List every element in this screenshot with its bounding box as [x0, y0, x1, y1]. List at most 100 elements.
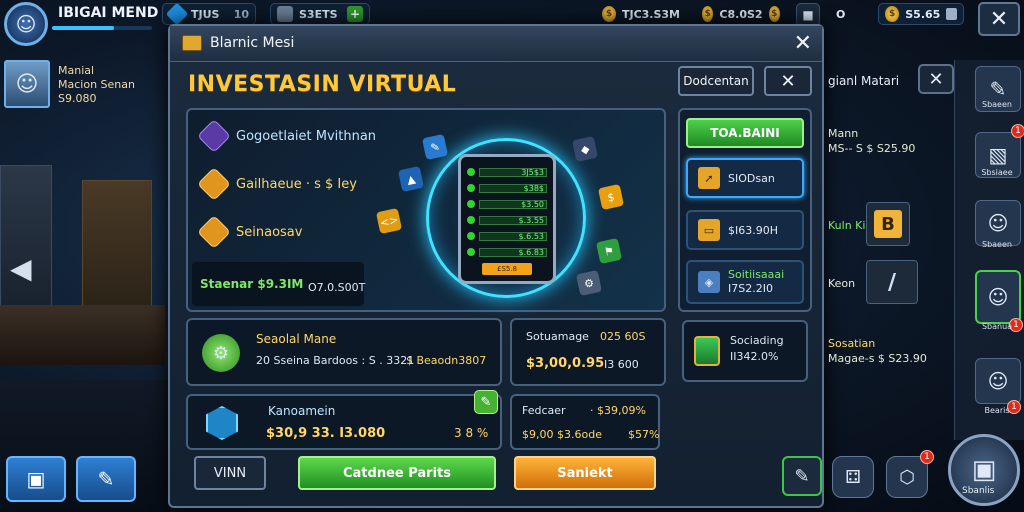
right-row-4-line2: Magae-s $ S23.90	[828, 352, 927, 365]
edit-note-button[interactable]: ✎	[782, 456, 822, 496]
edit-button[interactable]: ✎	[76, 456, 136, 502]
main-action-label: Sbanlis	[962, 486, 995, 496]
wrench-icon: ✎	[989, 77, 1007, 101]
xp-bar	[52, 26, 152, 30]
coin-counter-1-value: TJC3.S3M	[621, 7, 680, 21]
notification-badge: 1	[1011, 124, 1024, 138]
pill-resources[interactable]: S3ETS +	[270, 3, 370, 25]
income-title: Kanoamein	[268, 404, 336, 418]
avatar: ☺	[987, 285, 1009, 309]
coin-icon: $	[885, 6, 900, 22]
option-1[interactable]: ➚ SIODsan	[686, 158, 804, 198]
gift-icon: ⬡	[899, 466, 915, 488]
right-row-1[interactable]: Mann MS-- S $ S25.90	[828, 126, 915, 156]
phone-row-value: $.6.83	[479, 247, 547, 257]
close-game-button[interactable]: ✕	[978, 2, 1020, 36]
right-row-4-line1: Sosatian	[828, 337, 876, 350]
dice-button[interactable]: ⚃	[832, 456, 874, 498]
pill-energy[interactable]: TJUS 10	[162, 2, 256, 26]
card-icon	[946, 8, 957, 20]
profile-name: Manial	[58, 64, 95, 77]
chart-icon: ▲	[397, 165, 425, 193]
notification-badge: 1	[920, 450, 934, 464]
option-3-value: I7S2.2I0	[728, 282, 773, 295]
player-name: IBIGAI MEND	[58, 5, 159, 21]
side-label-2: Sbsiaee	[981, 168, 1013, 177]
add-icon[interactable]: +	[347, 6, 363, 22]
side-label-3: Sbaeen	[982, 240, 1012, 249]
option-3[interactable]: ◈ Soitiisaaai I7S2.2I0	[686, 260, 804, 304]
investment-overview-box: Gogoetlaiet Mvithnan Gailhaeue · s $ Iey…	[186, 108, 666, 312]
feature-row-3: Seinaosav	[197, 215, 303, 249]
side-column: ✎ Sbaeen ▧ 1 Sbsiaee ☺ Sbaeen ☺ 1 Sbanua…	[954, 60, 1024, 440]
panel-close-button[interactable]: ✕	[794, 31, 812, 56]
side-label-5: Bearis	[984, 406, 1010, 415]
investment-panel: Blarnic Mesi ✕ INVESTASIN VIRTUAL Dodcen…	[168, 24, 824, 508]
coin-icon: $	[602, 6, 616, 22]
avatar: ☺	[987, 369, 1009, 393]
confirm-button[interactable]: Catdnee Parits	[298, 456, 496, 490]
coin-counter-1[interactable]: $ TJC3.S3M	[596, 3, 686, 25]
status-dot-icon	[467, 232, 475, 240]
right-row-3[interactable]: Keon	[828, 276, 855, 291]
top-green-button[interactable]: TOA.BAINI	[686, 118, 804, 148]
panel-heading: INVESTASIN VIRTUAL	[188, 72, 457, 97]
income-value: $30,9 33. I3.080	[266, 426, 386, 441]
side-item-4[interactable]: ☺	[975, 270, 1021, 324]
status-dot-icon	[467, 184, 475, 192]
strip-value: O7.0.S00T	[308, 281, 366, 294]
leaf-icon[interactable]: ✎	[474, 390, 498, 414]
vinn-button[interactable]: VINN	[194, 456, 266, 490]
phone-action-button[interactable]: £S5.8	[482, 263, 532, 275]
profile-subtitle: Macion Senan	[58, 78, 135, 91]
social-line-2: $ Beaodn3807	[406, 354, 487, 367]
phone-row: $3.50	[467, 197, 547, 211]
side-item-5[interactable]: ☺	[975, 358, 1021, 404]
right-row-4[interactable]: Sosatian Magae-s $ S23.90	[828, 336, 927, 366]
left-arrow-icon[interactable]: ◀	[10, 252, 32, 285]
xp-bar-fill	[52, 26, 114, 30]
phone-row: $.3.55	[467, 213, 547, 227]
feature-label-2: Gailhaeue · s $ Iey	[236, 176, 357, 192]
panel-titlebar: Blarnic Mesi ✕	[170, 26, 822, 62]
coin-counter-2[interactable]: $ C8.0S2 $	[696, 3, 786, 25]
status-dot-icon	[467, 168, 475, 176]
profile-avatar: ☺	[4, 60, 50, 108]
customer-value: $3,00,0.95	[526, 356, 605, 371]
socializing-title: Sociading	[730, 334, 784, 347]
status-dot-icon	[467, 248, 475, 256]
option-3-text: Soitiisaaai I7S2.2I0	[728, 268, 784, 296]
wallet-icon: ▭	[698, 219, 720, 241]
arrow-icon: ➚	[698, 167, 720, 189]
right-row-1-line1: Mann	[828, 127, 859, 140]
folder-icon	[182, 35, 202, 51]
letter-b-box[interactable]: B	[866, 202, 910, 246]
coin-counter-2-value: C8.0S2	[719, 7, 763, 21]
chart-line-icon[interactable]: ∕	[866, 260, 918, 304]
phone-row-value: $.6.53	[479, 231, 547, 241]
right-list-close-button[interactable]: ✕	[918, 64, 954, 94]
coin-counter-4[interactable]: $ S5.65	[878, 3, 964, 25]
coin-icon: $	[768, 6, 780, 22]
option-2[interactable]: ▭ $I63.90H	[686, 210, 804, 250]
feature-row-2: Gailhaeue · s $ Iey	[197, 167, 357, 201]
option-3-title: Soitiisaaai	[728, 268, 785, 281]
header-close-button[interactable]: ✕	[764, 66, 812, 96]
pill-resources-value: S3ETS	[299, 7, 338, 21]
select-button[interactable]: Saniekt	[514, 456, 656, 490]
letter-b-icon: B	[874, 210, 902, 238]
cube-icon: ◆	[571, 135, 599, 163]
left-profile-card[interactable]: ☺ Manial Macion Senan S9.080	[4, 60, 154, 110]
inventory-button[interactable]: ▣	[6, 456, 66, 502]
hexagon-icon	[206, 406, 238, 440]
player-avatar[interactable]: ☺	[4, 2, 48, 46]
socializing-box: Sociading II342.0%	[682, 320, 808, 382]
feature-label-3: Seinaosav	[236, 224, 303, 240]
code-icon: <>	[375, 207, 403, 235]
gear-icon: ⚙	[575, 269, 603, 297]
phone-row: $.6.53	[467, 229, 547, 243]
income-pct: 3 8 %	[454, 426, 489, 440]
phone-row: $38$	[467, 181, 547, 195]
note-icon: ✎	[794, 465, 810, 487]
header-button[interactable]: Dodcentan	[678, 66, 754, 96]
